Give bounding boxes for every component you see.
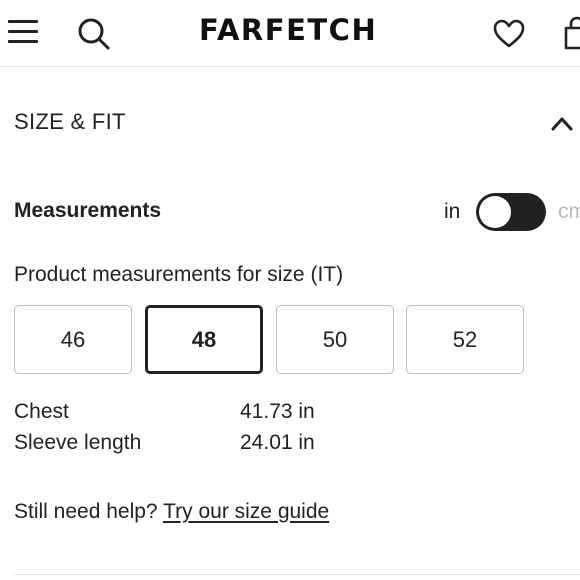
sleeve-length-label: Sleeve length xyxy=(14,431,142,454)
top-header: FARFETCH xyxy=(0,0,580,67)
sleeve-length-value: 24.01 in xyxy=(240,431,315,454)
chest-label: Chest xyxy=(14,400,69,423)
size-and-fit-heading[interactable]: SIZE & FIT xyxy=(14,109,126,135)
toggle-knob xyxy=(479,196,511,228)
size-caption: Product measurements for size (IT) xyxy=(14,263,344,286)
chest-value: 41.73 in xyxy=(240,400,315,423)
shopping-bag-icon[interactable] xyxy=(562,14,580,52)
unit-toggle[interactable] xyxy=(476,193,546,231)
size-button-50[interactable]: 50 xyxy=(276,305,394,374)
size-guide-link[interactable]: Try our size guide xyxy=(163,500,329,523)
size-button-52[interactable]: 52 xyxy=(406,305,524,374)
size-button-46[interactable]: 46 xyxy=(14,305,132,374)
chevron-up-icon[interactable] xyxy=(550,112,574,134)
heart-icon[interactable] xyxy=(492,18,526,50)
menu-icon[interactable] xyxy=(8,18,40,46)
measurements-label: Measurements xyxy=(14,199,162,222)
help-line: Still need help? Try our size guide xyxy=(14,500,329,524)
unit-in-label[interactable]: in xyxy=(444,200,460,224)
size-button-48[interactable]: 48 xyxy=(145,305,263,374)
help-text: Still need help? xyxy=(14,500,158,523)
search-icon[interactable] xyxy=(76,16,112,52)
unit-cm-label[interactable]: cm xyxy=(558,200,580,224)
divider xyxy=(14,574,580,575)
brand-logo[interactable]: FARFETCH xyxy=(199,13,377,47)
